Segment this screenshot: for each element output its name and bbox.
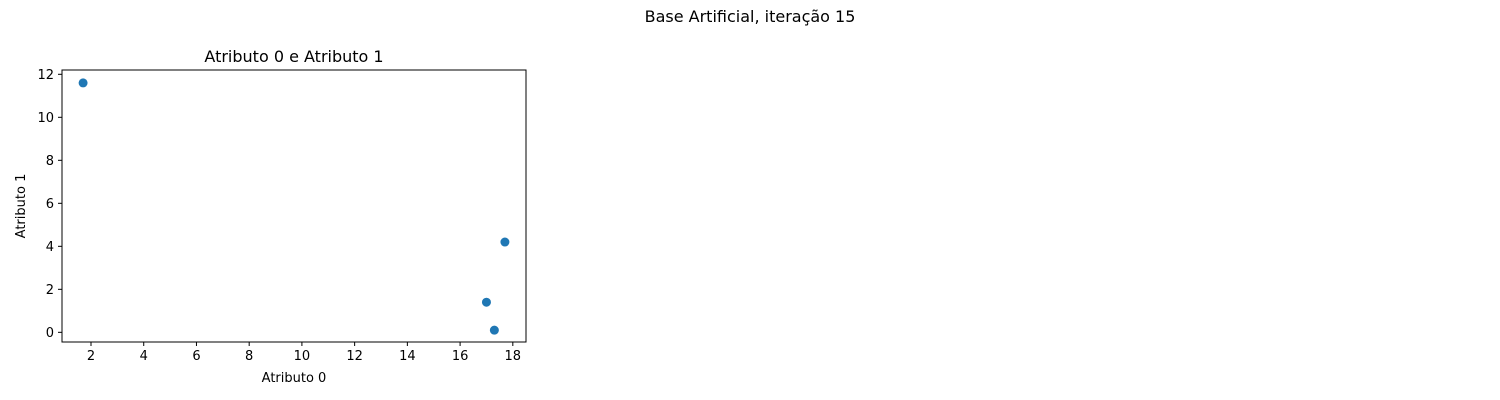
scatter-axes: Atributo 0 e Atributo 1 2 4 6 8 10 12 14 16 18 0… (14, 47, 527, 386)
y-tick-label: 8 (46, 154, 54, 169)
figure: Base Artificial, iteração 15 Atributo 0 … (14, 7, 856, 386)
x-tick-label: 10 (294, 349, 311, 364)
y-tick-label: 4 (46, 240, 54, 255)
scatter-point-0 (78, 78, 88, 88)
y-tick-label: 0 (46, 326, 54, 341)
plot-frame (61, 69, 527, 343)
scatter-point-1 (500, 237, 510, 247)
x-tick-label: 14 (399, 349, 416, 364)
chart-title: Atributo 0 e Atributo 1 (204, 47, 383, 66)
y-tick-label: 12 (37, 68, 54, 83)
y-axis-ticks: 0 2 4 6 8 10 12 (37, 68, 62, 341)
scatter-point-2 (481, 297, 491, 307)
scatter-point-3 (489, 325, 499, 335)
x-tick-label: 18 (505, 349, 522, 364)
x-tick-label: 8 (245, 349, 253, 364)
y-tick-label: 6 (46, 197, 54, 212)
points-layer (78, 78, 510, 335)
x-tick-label: 6 (192, 349, 200, 364)
y-tick-label: 2 (46, 283, 54, 298)
figure-suptitle: Base Artificial, iteração 15 (645, 7, 856, 26)
x-tick-label: 12 (346, 349, 363, 364)
x-axis-ticks: 2 4 6 8 10 12 14 16 18 (87, 342, 521, 364)
x-axis-label: Atributo 0 (262, 371, 327, 386)
y-tick-label: 10 (37, 111, 54, 126)
x-tick-label: 16 (452, 349, 469, 364)
x-tick-label: 4 (140, 349, 148, 364)
x-tick-label: 2 (87, 349, 95, 364)
y-axis-label: Atributo 1 (14, 174, 29, 239)
